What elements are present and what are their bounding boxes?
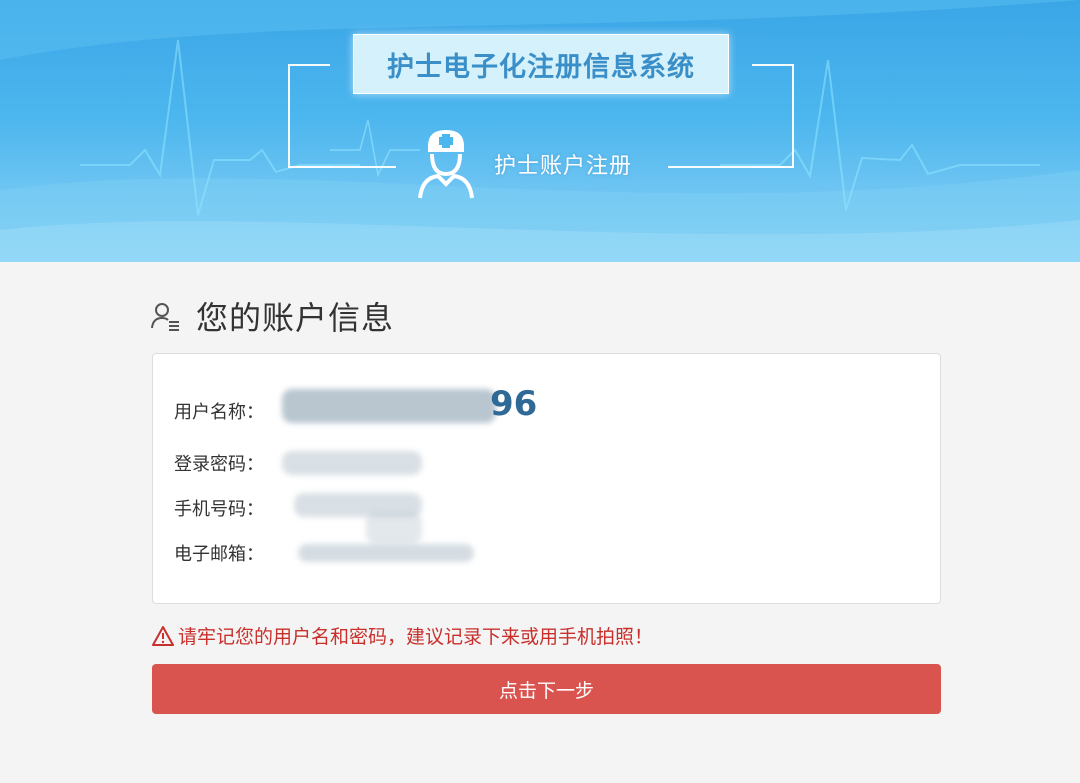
warning-triangle-icon (152, 625, 174, 646)
warning-text: 请牢记您的用户名和密码，建议记录下来或用手机拍照！ (178, 626, 654, 648)
email-row: 电子邮箱： (174, 540, 264, 566)
email-label: 电子邮箱： (174, 544, 264, 565)
account-info-card (152, 353, 941, 604)
username-row: 用户名称： (174, 398, 264, 424)
phone-label: 手机号码： (174, 499, 264, 520)
password-label: 登录密码： (174, 454, 264, 475)
nurse-icon (418, 130, 474, 199)
title-frame-left (288, 64, 330, 168)
header-banner: 护士电子化注册信息系统 护士账户注册 (0, 0, 1080, 262)
section-header: 您的账户信息 (150, 294, 394, 338)
registration-subtitle: 护士账户注册 (494, 154, 633, 179)
password-value-redacted (282, 451, 422, 475)
title-frame-right (752, 64, 794, 168)
title-frame-right-bottom (668, 166, 794, 168)
username-label: 用户名称： (174, 402, 264, 423)
section-title: 您的账户信息 (196, 299, 395, 337)
username-value-redacted (282, 389, 496, 423)
phone-row: 手机号码： (174, 495, 264, 521)
system-title: 护士电子化注册信息系统 (387, 51, 695, 83)
user-info-icon (151, 303, 179, 331)
email-value-redacted (298, 544, 474, 562)
next-step-button[interactable]: 点击下一步 (152, 664, 941, 714)
system-title-box: 护士电子化注册信息系统 (353, 34, 729, 94)
phone-value-redacted-extra (366, 512, 422, 544)
title-frame-left-bottom (288, 166, 396, 168)
password-row: 登录密码： (174, 450, 264, 476)
warning-message: 请牢记您的用户名和密码，建议记录下来或用手机拍照！ (152, 622, 653, 649)
username-visible-suffix: 96 (490, 384, 538, 424)
